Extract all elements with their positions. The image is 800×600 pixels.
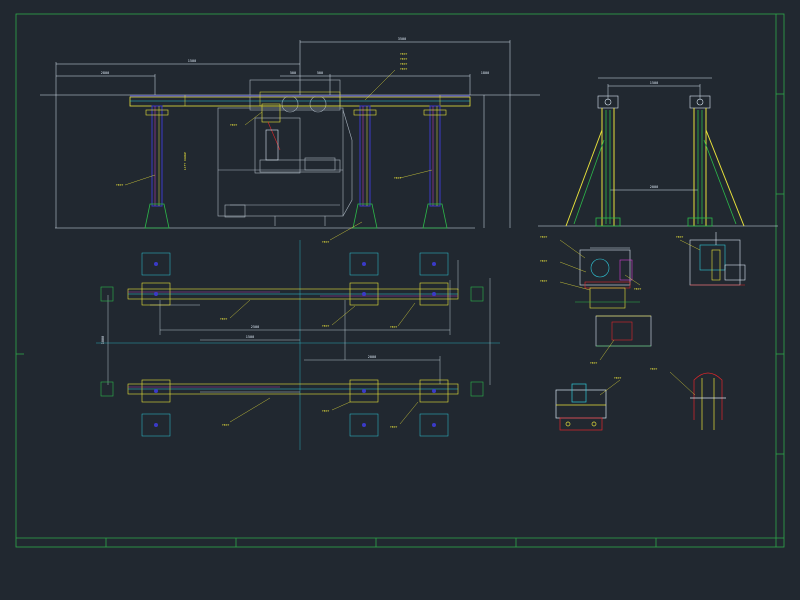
plan-note-5: TEXT xyxy=(322,409,329,413)
detail-note-2: TEXT xyxy=(540,259,547,263)
vertical-note: LIFT RANGE xyxy=(183,152,187,170)
callout-mid: TEXT xyxy=(230,123,237,127)
plan-note-4: TEXT xyxy=(222,423,229,427)
side-top-dim: 1500 xyxy=(650,81,658,85)
plan-dim-2: 1500 xyxy=(246,335,254,339)
plan-dim-3: 2000 xyxy=(368,355,376,359)
plan-note-1: TEXT xyxy=(220,317,227,321)
side-mid-dim: 2000 xyxy=(650,185,658,189)
detail-note-7: TEXT xyxy=(614,376,621,380)
detail-note-8: TEXT xyxy=(650,367,657,371)
plan-note-3: TEXT xyxy=(390,325,397,329)
callout-col-2: TEXT xyxy=(394,176,401,180)
detail-note-6: TEXT xyxy=(590,361,597,365)
detail-note-3: TEXT xyxy=(540,279,547,283)
callout-top-2: TEXT xyxy=(400,57,407,61)
plan-note-2: TEXT xyxy=(322,324,329,328)
detail-note-4: TEXT xyxy=(634,287,641,291)
dim-mid: 2800 xyxy=(101,71,109,75)
cad-drawing: 3500 1500 2800 1800 500 500 TEXT TEXT TE… xyxy=(0,0,800,600)
drawing-background xyxy=(0,0,800,600)
dim-right: 1800 xyxy=(481,71,489,75)
callout-top-3: TEXT xyxy=(400,62,407,66)
callout-col-3: TEXT xyxy=(322,240,329,244)
dim-left: 1500 xyxy=(188,59,196,63)
plan-note-6: TEXT xyxy=(390,425,397,429)
callout-col-1: TEXT xyxy=(116,183,123,187)
callout-top-4: TEXT xyxy=(400,67,407,71)
detail-note-1: TEXT xyxy=(540,235,547,239)
callout-top-1: TEXT xyxy=(400,52,407,56)
dim-small-a: 500 xyxy=(290,71,296,75)
dim-top: 3500 xyxy=(398,37,406,41)
detail-note-5: TEXT xyxy=(676,235,683,239)
plan-dim-1: 2500 xyxy=(251,325,259,329)
dim-small-b: 500 xyxy=(317,71,323,75)
plan-dim-4: 1800 xyxy=(101,336,105,344)
